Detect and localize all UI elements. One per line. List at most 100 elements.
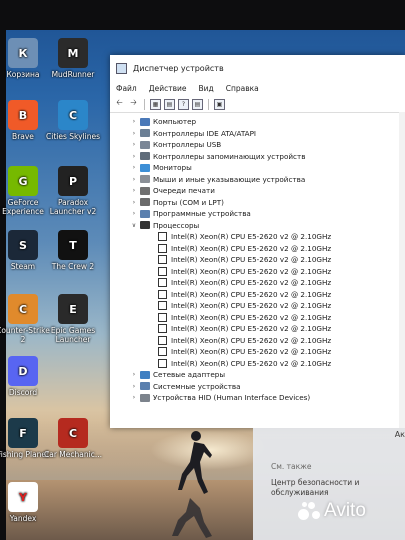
expand-chevron-icon[interactable]: › <box>130 141 138 148</box>
device-category[interactable]: › Порты (COM и LPT) <box>110 197 405 209</box>
desktop-shortcut[interactable]: C Cities Skylines <box>44 100 102 141</box>
cpu-icon <box>158 255 167 265</box>
processor-label: Intel(R) Xeon(R) CPU E5-2620 v2 @ 2.10GH… <box>171 335 332 345</box>
menu-view[interactable]: Вид <box>198 84 213 93</box>
processor-item[interactable]: Intel(R) Xeon(R) CPU E5-2620 v2 @ 2.10GH… <box>158 358 405 370</box>
software-device-icon <box>140 209 150 218</box>
processor-item[interactable]: Intel(R) Xeon(R) CPU E5-2620 v2 @ 2.10GH… <box>158 335 405 347</box>
expand-chevron-icon[interactable]: › <box>130 118 138 125</box>
device-category-label: Устройства HID (Human Interface Devices) <box>153 393 311 403</box>
epic-games-icon: E <box>58 294 88 324</box>
show-hide-tree-icon[interactable]: ▦ <box>150 98 161 110</box>
expand-chevron-icon[interactable]: › <box>130 371 138 378</box>
device-category[interactable]: › Мыши и иные указывающие устройства <box>110 174 405 186</box>
processor-item[interactable]: Intel(R) Xeon(R) CPU E5-2620 v2 @ 2.10GH… <box>158 277 405 289</box>
processor-label: Intel(R) Xeon(R) CPU E5-2620 v2 @ 2.10GH… <box>171 324 332 334</box>
expand-chevron-icon[interactable]: › <box>130 199 138 206</box>
cpu-icon <box>158 358 167 368</box>
menu-file[interactable]: Файл <box>116 84 137 93</box>
device-category[interactable]: › Контроллеры IDE ATA/ATAPI <box>110 128 405 140</box>
avito-logo-icon <box>298 500 320 522</box>
processor-item[interactable]: Intel(R) Xeon(R) CPU E5-2620 v2 @ 2.10GH… <box>158 300 405 312</box>
device-category[interactable]: › Сетевые адаптеры <box>110 369 405 381</box>
cpu-icon <box>158 243 167 253</box>
processor-label: Intel(R) Xeon(R) CPU E5-2620 v2 @ 2.10GH… <box>171 312 332 322</box>
desktop-shortcut[interactable]: P Paradox Launcher v2 <box>44 166 102 216</box>
processor-item[interactable]: Intel(R) Xeon(R) CPU E5-2620 v2 @ 2.10GH… <box>158 231 405 243</box>
ide-controller-icon <box>140 129 150 138</box>
processor-item[interactable]: Intel(R) Xeon(R) CPU E5-2620 v2 @ 2.10GH… <box>158 254 405 266</box>
panel-edge-text: Ак <box>394 430 405 439</box>
expand-chevron-icon[interactable]: › <box>130 383 138 390</box>
processor-item[interactable]: Intel(R) Xeon(R) CPU E5-2620 v2 @ 2.10GH… <box>158 243 405 255</box>
scan-hardware-icon[interactable]: ▣ <box>214 98 225 110</box>
help-icon[interactable]: ? <box>178 98 189 110</box>
processor-icon <box>140 221 150 230</box>
expand-chevron-icon[interactable]: › <box>130 153 138 160</box>
desktop-shortcut[interactable]: D Discord <box>0 356 52 397</box>
expand-chevron-icon[interactable]: › <box>130 176 138 183</box>
desktop-shortcut-label: The Crew 2 <box>51 262 95 271</box>
device-category[interactable]: › Контроллеры запоминающих устройств <box>110 151 405 163</box>
device-category[interactable]: › Устройства HID (Human Interface Devices… <box>110 392 405 404</box>
collapse-chevron-icon[interactable]: ∨ <box>130 222 138 229</box>
desktop-shortcut[interactable]: M MudRunner <box>44 38 102 79</box>
expand-chevron-icon[interactable]: › <box>130 394 138 401</box>
device-category-label: Очереди печати <box>153 186 215 196</box>
menu-help[interactable]: Справка <box>226 84 259 93</box>
desktop-shortcut[interactable]: C Car Mechanic... <box>44 418 102 459</box>
processor-item[interactable]: Intel(R) Xeon(R) CPU E5-2620 v2 @ 2.10GH… <box>158 312 405 324</box>
device-category-label: Процессоры <box>153 220 200 230</box>
device-category[interactable]: › Очереди печати <box>110 185 405 197</box>
processor-label: Intel(R) Xeon(R) CPU E5-2620 v2 @ 2.10GH… <box>171 278 332 288</box>
printer-icon <box>140 186 150 195</box>
forward-arrow-icon[interactable]: 🡢 <box>128 98 139 110</box>
device-category[interactable]: › Компьютер <box>110 116 405 128</box>
desktop-shortcut[interactable]: E Epic Games Launcher <box>44 294 102 344</box>
steam-icon: S <box>8 230 38 260</box>
processor-item[interactable]: Intel(R) Xeon(R) CPU E5-2620 v2 @ 2.10GH… <box>158 346 405 358</box>
device-category[interactable]: › Контроллеры USB <box>110 139 405 151</box>
avito-watermark: Avito <box>298 500 366 522</box>
network-adapter-icon <box>140 370 150 379</box>
device-category-label: Контроллеры USB <box>153 140 222 150</box>
the-crew-icon: T <box>58 230 88 260</box>
expand-chevron-icon[interactable]: › <box>130 130 138 137</box>
processor-label: Intel(R) Xeon(R) CPU E5-2620 v2 @ 2.10GH… <box>171 289 332 299</box>
details-icon[interactable]: ▤ <box>192 98 203 110</box>
usb-controller-icon <box>140 140 150 149</box>
properties-icon[interactable]: ▤ <box>164 98 175 110</box>
device-category[interactable]: › Системные устройства <box>110 381 405 393</box>
cpu-icon <box>158 312 167 322</box>
vertical-scrollbar[interactable] <box>399 112 405 428</box>
device-manager-window: Диспетчер устройств Файл Действие Вид Сп… <box>110 55 405 428</box>
device-category[interactable]: › Мониторы <box>110 162 405 174</box>
processor-item[interactable]: Intel(R) Xeon(R) CPU E5-2620 v2 @ 2.10GH… <box>158 266 405 278</box>
expand-chevron-icon[interactable]: › <box>130 187 138 194</box>
desktop-shortcut[interactable]: T The Crew 2 <box>44 230 102 271</box>
desktop-shortcut-label: Yandex <box>9 514 37 523</box>
desktop-shortcut-label: Discord <box>8 388 38 397</box>
desktop-shortcut[interactable]: Y Yandex <box>0 482 52 523</box>
security-center-link[interactable]: Центр безопасности и обслуживания <box>271 478 381 498</box>
storage-controller-icon <box>140 152 150 161</box>
see-also-heading: См. также <box>271 462 312 471</box>
device-category[interactable]: › Программные устройства <box>110 208 405 220</box>
processor-item[interactable]: Intel(R) Xeon(R) CPU E5-2620 v2 @ 2.10GH… <box>158 323 405 335</box>
cpu-icon <box>158 289 167 299</box>
expand-chevron-icon[interactable]: › <box>130 164 138 171</box>
brave-icon: B <box>8 100 38 130</box>
processor-item[interactable]: Intel(R) Xeon(R) CPU E5-2620 v2 @ 2.10GH… <box>158 289 405 301</box>
cpu-icon <box>158 347 167 357</box>
port-icon <box>140 198 150 207</box>
computer-icon <box>140 117 150 126</box>
processor-label: Intel(R) Xeon(R) CPU E5-2620 v2 @ 2.10GH… <box>171 232 332 242</box>
cities-skylines-icon: C <box>58 100 88 130</box>
toolbar-separator <box>144 98 145 110</box>
toolbar: 🡠 🡢 ▦ ▤ ? ▤ ▣ <box>110 96 405 113</box>
expand-chevron-icon[interactable]: › <box>130 210 138 217</box>
menu-action[interactable]: Действие <box>149 84 187 93</box>
device-category[interactable]: ∨ Процессоры <box>110 220 405 232</box>
title-bar[interactable]: Диспетчер устройств <box>110 55 405 81</box>
back-arrow-icon[interactable]: 🡠 <box>114 98 125 110</box>
